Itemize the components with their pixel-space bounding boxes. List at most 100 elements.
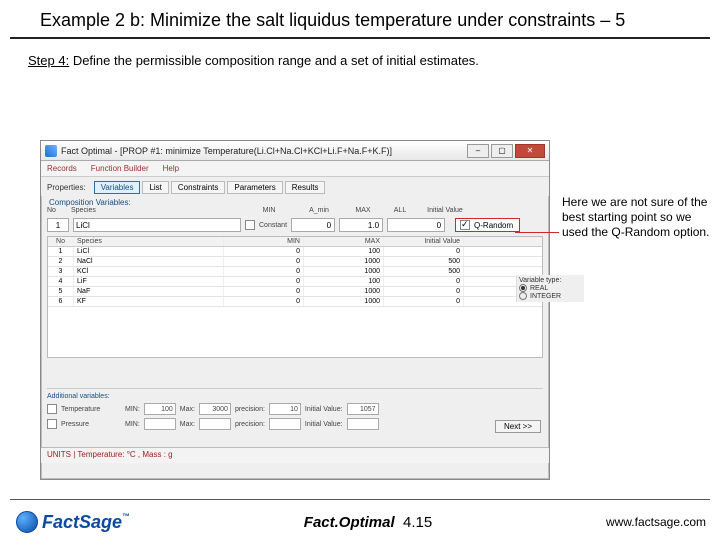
table-body: 1LiCl010002NaCl010005003KCl010005004LiF0… — [48, 247, 542, 307]
table-row[interactable]: 3KCl01000500 — [48, 267, 542, 277]
tab-variables[interactable]: Variables — [94, 181, 141, 194]
brand-sage: Sage — [79, 512, 122, 532]
t-prec[interactable]: 10 — [269, 403, 301, 415]
hdr-initval: Initial Value — [415, 207, 475, 214]
p-max[interactable] — [199, 418, 231, 430]
brand-tm: ™ — [122, 512, 130, 521]
slide-number: 4.15 — [403, 514, 432, 531]
product-name: Fact.Optimal — [304, 514, 395, 531]
menu-function-builder[interactable]: Function Builder — [91, 164, 149, 173]
th-max: MAX — [304, 237, 384, 246]
app-window: Fact Optimal - [PROP #1: minimize Temper… — [40, 140, 550, 480]
additional-variables: Additional variables: Temperature MIN: 10… — [47, 388, 543, 433]
tabs-row: Properties: Variables List Constraints P… — [41, 177, 549, 196]
table-row[interactable]: 2NaCl01000500 — [48, 257, 542, 267]
th-no: No — [48, 237, 74, 246]
pressure-label: Pressure — [61, 421, 121, 428]
maximize-button[interactable]: ▢ — [491, 144, 513, 158]
app-body: Properties: Variables List Constraints P… — [41, 177, 549, 463]
menu-help[interactable]: Help — [163, 164, 179, 173]
tab-results[interactable]: Results — [285, 181, 326, 194]
p-prec-label: precision: — [235, 421, 265, 428]
hdr-max: MAX — [341, 207, 385, 214]
t-prec-label: precision: — [235, 406, 265, 413]
footer-rule — [10, 499, 710, 500]
brand-fact: Fact — [42, 512, 79, 532]
hdr-no: No — [47, 207, 71, 214]
hdr-all: ALL — [385, 207, 415, 214]
t-iv-label: Initial Value: — [305, 406, 343, 413]
footer-url: www.factsage.com — [606, 515, 706, 529]
menubar: Records Function Builder Help — [41, 161, 549, 177]
summary-initval[interactable]: 0 — [387, 218, 445, 232]
summary-max[interactable]: 1.0 — [339, 218, 383, 232]
p-iv[interactable] — [347, 418, 379, 430]
p-max-label: Max: — [180, 421, 195, 428]
vartype-label: Variable type: — [519, 277, 582, 284]
step-label: Step 4: — [28, 53, 69, 68]
variable-type-panel: Variable type: REAL INTEGER — [516, 275, 584, 302]
p-prec[interactable] — [269, 418, 301, 430]
constant-label: Constant — [259, 222, 287, 229]
composition-section-label: Composition Variables: — [41, 196, 549, 207]
th-min: MIN — [224, 237, 304, 246]
summary-row: 1 LiCl Constant 0 1.0 0 Q-Random — [41, 216, 549, 234]
th-species: Species — [74, 237, 224, 246]
table-row[interactable]: 5NaF010000 — [48, 287, 542, 297]
t-iv[interactable]: 1057 — [347, 403, 379, 415]
statusbar: UNITS | Temperature: °C , Mass : g — [41, 447, 549, 463]
minimize-button[interactable]: – — [467, 144, 489, 158]
t-min-label: MIN: — [125, 406, 140, 413]
menu-records[interactable]: Records — [47, 164, 77, 173]
summary-min[interactable]: 0 — [291, 218, 335, 232]
temperature-checkbox[interactable] — [47, 404, 57, 414]
hdr-amin: A_min — [297, 207, 341, 214]
radio-real[interactable] — [519, 284, 527, 292]
q-random-checkbox[interactable] — [460, 220, 470, 230]
constant-checkbox[interactable] — [245, 220, 255, 230]
app-icon — [45, 145, 57, 157]
callout-text: Here we are not sure of the best startin… — [562, 195, 712, 240]
t-max-label: Max: — [180, 406, 195, 413]
tabs-label: Properties: — [47, 183, 86, 192]
tab-parameters[interactable]: Parameters — [227, 181, 282, 194]
radio-integer[interactable] — [519, 292, 527, 300]
p-iv-label: Initial Value: — [305, 421, 343, 428]
table-row[interactable]: 6KF010000 — [48, 297, 542, 307]
callout-connector — [515, 232, 559, 233]
logo: FactSage™ — [16, 511, 130, 533]
globe-icon — [16, 511, 38, 533]
window-title: Fact Optimal - [PROP #1: minimize Temper… — [61, 146, 467, 156]
slide-title: Example 2 b: Minimize the salt liquidus … — [10, 0, 710, 39]
summary-no[interactable]: 1 — [47, 218, 69, 232]
table-row[interactable]: 1LiCl01000 — [48, 247, 542, 257]
step-line: Step 4: Define the permissible compositi… — [0, 39, 720, 68]
next-button[interactable]: Next >> — [495, 420, 541, 433]
q-random-box[interactable]: Q-Random — [455, 218, 520, 232]
close-button[interactable]: ✕ — [515, 144, 545, 158]
tab-list[interactable]: List — [142, 181, 168, 194]
q-random-label: Q-Random — [474, 221, 513, 230]
footer-center: Fact.Optimal 4.15 — [130, 514, 606, 531]
temperature-label: Temperature — [61, 406, 121, 413]
t-min[interactable]: 100 — [144, 403, 176, 415]
tab-constraints[interactable]: Constraints — [171, 181, 225, 194]
p-min[interactable] — [144, 418, 176, 430]
t-max[interactable]: 3000 — [199, 403, 231, 415]
species-table: No Species MIN MAX Initial Value 1LiCl01… — [47, 236, 543, 358]
table-head: No Species MIN MAX Initial Value — [48, 237, 542, 247]
titlebar: Fact Optimal - [PROP #1: minimize Temper… — [41, 141, 549, 161]
summary-headers: No Species MIN A_min MAX ALL Initial Val… — [41, 207, 549, 216]
hdr-min: MIN — [241, 207, 297, 214]
table-row[interactable]: 4LiF01000 — [48, 277, 542, 287]
step-text: Define the permissible composition range… — [69, 53, 479, 68]
pressure-checkbox[interactable] — [47, 419, 57, 429]
p-min-label: MIN: — [125, 421, 140, 428]
addl-label: Additional variables: — [47, 393, 543, 400]
summary-species[interactable]: LiCl — [73, 218, 241, 232]
vartype-integer: INTEGER — [530, 293, 561, 300]
th-initval: Initial Value — [384, 237, 464, 246]
hdr-species: Species — [71, 207, 241, 214]
vartype-real: REAL — [530, 285, 548, 292]
footer: FactSage™ Fact.Optimal 4.15 www.factsage… — [0, 504, 720, 540]
